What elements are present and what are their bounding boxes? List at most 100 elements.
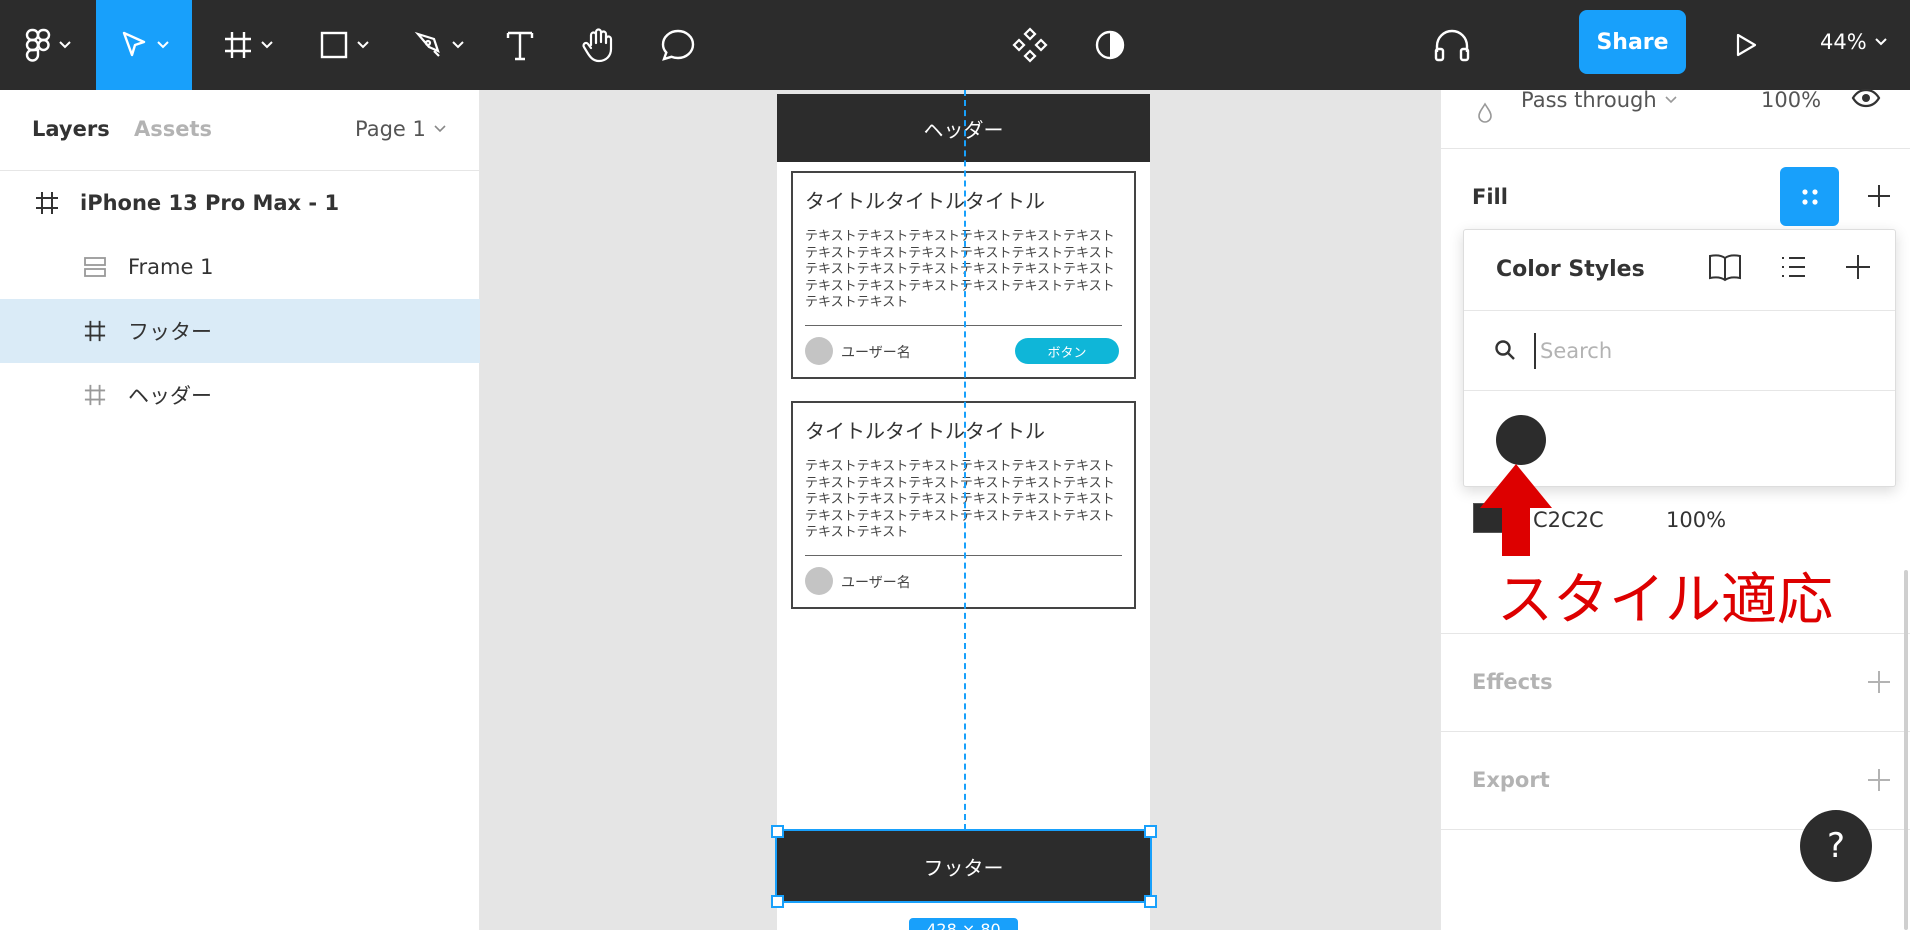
color-styles-popup: Color Styles xyxy=(1463,229,1896,487)
chevron-down-icon xyxy=(1665,96,1677,104)
frame-tool-button[interactable] xyxy=(215,0,281,90)
main-menu-button[interactable] xyxy=(18,0,78,90)
search-icon xyxy=(1494,339,1516,365)
figma-logo-icon xyxy=(25,28,51,62)
card-button[interactable]: ボタン xyxy=(1015,338,1119,364)
audio-button[interactable] xyxy=(1430,0,1474,90)
library-book-icon[interactable] xyxy=(1707,252,1743,286)
chevron-down-icon xyxy=(357,41,369,49)
pen-tool-button[interactable] xyxy=(406,0,472,90)
add-export-button[interactable] xyxy=(1861,762,1897,798)
tab-assets[interactable]: Assets xyxy=(134,117,212,141)
divider xyxy=(1441,148,1910,149)
frame-icon xyxy=(84,384,106,406)
resize-handle[interactable] xyxy=(1144,825,1157,838)
red-arrow-annotation xyxy=(1480,464,1552,556)
comment-bubble-icon xyxy=(661,29,695,61)
create-style-plus-icon[interactable] xyxy=(1844,252,1872,286)
page-name: Page 1 xyxy=(355,117,426,141)
layers-panel: Layers Assets Page 1 iPhone 13 Pro Max -… xyxy=(0,90,480,930)
rectangle-icon xyxy=(320,31,348,59)
popup-header: Color Styles xyxy=(1464,230,1895,311)
layer-iphone-frame[interactable]: iPhone 13 Pro Max - 1 xyxy=(0,171,480,235)
tab-layers[interactable]: Layers xyxy=(32,117,110,141)
hand-tool-button[interactable] xyxy=(578,0,620,90)
present-button[interactable] xyxy=(1728,0,1764,90)
layer-blend-row: Pass through 100% xyxy=(1441,88,1910,148)
layer-name: iPhone 13 Pro Max - 1 xyxy=(80,191,340,215)
page-selector[interactable]: Page 1 xyxy=(355,117,446,141)
fill-opacity-value[interactable]: 100% xyxy=(1666,508,1726,532)
layer-name: ヘッダー xyxy=(128,384,212,408)
add-effect-button[interactable] xyxy=(1861,664,1897,700)
play-icon xyxy=(1736,33,1757,57)
text-tool-button[interactable] xyxy=(500,0,540,90)
blend-mode-value: Pass through xyxy=(1521,88,1657,112)
fill-section-label: Fill xyxy=(1472,185,1508,209)
plus-icon xyxy=(1868,769,1890,791)
list-view-icon[interactable] xyxy=(1779,252,1807,286)
panel-scrollbar[interactable] xyxy=(1904,570,1908,930)
chevron-down-icon xyxy=(1874,38,1887,46)
help-button[interactable]: ? xyxy=(1800,810,1872,882)
footer-frame-selected[interactable]: フッター xyxy=(775,829,1152,903)
avatar xyxy=(805,337,833,365)
color-style-swatch[interactable] xyxy=(1496,415,1546,465)
canvas[interactable]: ヘッダー タイトルタイトルタイトル テキストテキストテキストテキストテキストテキ… xyxy=(480,90,1440,930)
avatar xyxy=(805,567,833,595)
contrast-icon xyxy=(1095,30,1125,60)
resize-handle[interactable] xyxy=(771,825,784,838)
frame-icon xyxy=(84,320,106,342)
layer-opacity-field[interactable]: 100% xyxy=(1761,88,1821,112)
layer-footer[interactable]: フッター xyxy=(0,299,480,363)
frame-icon xyxy=(35,191,59,215)
components-button[interactable] xyxy=(1010,0,1050,90)
zoom-level: 44% xyxy=(1820,30,1867,54)
frame-hash-icon xyxy=(225,32,251,58)
size-badge: 428 × 80 xyxy=(909,918,1018,930)
share-button[interactable]: Share xyxy=(1579,10,1686,74)
theme-toggle-button[interactable] xyxy=(1090,0,1130,90)
autolayout-icon xyxy=(84,256,106,278)
comment-tool-button[interactable] xyxy=(656,0,700,90)
export-section-label: Export xyxy=(1472,768,1550,792)
card-title: タイトルタイトルタイトル xyxy=(805,419,1045,443)
cursor-arrow-icon xyxy=(122,31,146,57)
blend-drop-icon xyxy=(1477,102,1493,128)
text-t-icon xyxy=(506,31,534,61)
chevron-down-icon xyxy=(434,125,446,133)
resize-handle[interactable] xyxy=(771,895,784,908)
headphones-icon xyxy=(1434,29,1470,62)
chevron-down-icon xyxy=(452,41,464,49)
resize-handle[interactable] xyxy=(1144,895,1157,908)
move-tool-button[interactable] xyxy=(96,0,192,90)
layer-header[interactable]: ヘッダー xyxy=(0,363,480,427)
components-icon xyxy=(1012,27,1048,63)
chevron-down-icon xyxy=(157,41,169,49)
plus-icon xyxy=(1868,185,1890,207)
layer-name: フッター xyxy=(128,320,212,344)
zoom-menu[interactable]: 44% xyxy=(1820,0,1887,84)
pen-icon xyxy=(414,31,440,57)
hand-icon xyxy=(582,28,613,63)
add-fill-button[interactable] xyxy=(1861,178,1897,214)
toolbar: Share 44% xyxy=(0,0,1910,90)
styles-grid-icon xyxy=(1801,188,1818,205)
panel-tabs: Layers Assets Page 1 xyxy=(0,90,479,171)
chevron-down-icon xyxy=(261,41,273,49)
chevron-down-icon xyxy=(59,41,71,49)
visibility-eye-icon[interactable] xyxy=(1851,86,1881,114)
popup-title: Color Styles xyxy=(1496,257,1645,282)
style-picker-button[interactable] xyxy=(1780,167,1839,226)
shape-tool-button[interactable] xyxy=(311,0,377,90)
layer-frame-1[interactable]: Frame 1 xyxy=(0,235,480,299)
username: ユーザー名 xyxy=(841,345,911,361)
blend-mode-select[interactable]: Pass through xyxy=(1521,88,1677,112)
center-guide-line xyxy=(964,90,966,830)
annotation-label: スタイル適応 xyxy=(1497,568,1833,633)
effects-section-label: Effects xyxy=(1472,670,1553,694)
style-search-input[interactable] xyxy=(1534,333,1874,369)
username: ユーザー名 xyxy=(841,575,911,591)
divider xyxy=(1441,731,1910,732)
style-search-row xyxy=(1464,311,1895,391)
